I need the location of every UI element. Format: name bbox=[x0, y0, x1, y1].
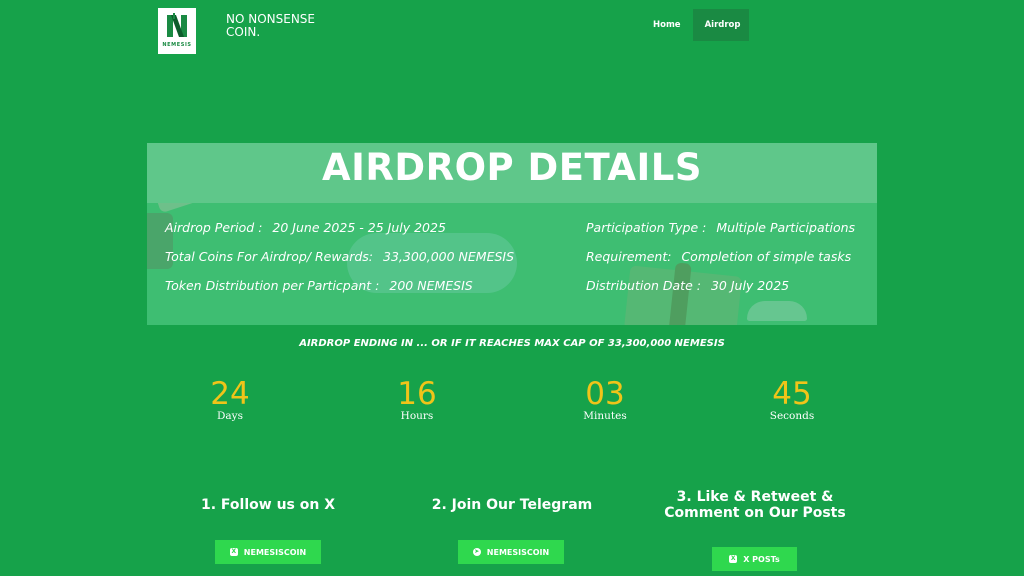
countdown-days: 24 Days bbox=[180, 378, 280, 422]
countdown-label: Minutes bbox=[583, 410, 627, 422]
countdown-seconds: 45 Seconds bbox=[742, 378, 842, 422]
detail-distribution-date: Distribution Date : 30 July 2025 bbox=[586, 278, 789, 293]
detail-label: Requirement: bbox=[586, 249, 672, 264]
step-follow-x-title: 1. Follow us on X bbox=[201, 497, 335, 513]
detail-requirement: Requirement: Completion of simple tasks bbox=[586, 249, 851, 264]
detail-value: Multiple Participations bbox=[716, 220, 856, 235]
detail-participation-type: Participation Type : Multiple Participati… bbox=[586, 220, 855, 235]
countdown-label: Hours bbox=[400, 410, 434, 422]
detail-value: 33,300,000 NEMESIS bbox=[383, 249, 515, 264]
logo-wordmark: NEMESIS bbox=[162, 42, 192, 48]
detail-token-distribution: Token Distribution per Particpant : 200 N… bbox=[165, 278, 473, 293]
step-join-telegram-title: 2. Join Our Telegram bbox=[431, 497, 593, 513]
countdown-value: 24 bbox=[210, 376, 250, 412]
airdrop-details-banner: AIRDROP DETAILS Airdrop Period : 20 June … bbox=[147, 143, 877, 325]
detail-value: 20 June 2025 - 25 July 2025 bbox=[272, 220, 446, 235]
countdown-hours: 16 Hours bbox=[367, 378, 467, 422]
follow-x-button[interactable]: X NEMESISCOIN bbox=[215, 540, 321, 564]
detail-airdrop-period: Airdrop Period : 20 June 2025 - 25 July 2… bbox=[165, 220, 446, 235]
nemesis-logo-icon bbox=[167, 13, 187, 37]
logo[interactable]: NEMESIS bbox=[158, 8, 196, 54]
detail-label: Token Distribution per Particpant : bbox=[165, 278, 380, 293]
countdown-value: 16 bbox=[397, 376, 437, 412]
detail-label: Distribution Date : bbox=[586, 278, 701, 293]
banner-title: AIRDROP DETAILS bbox=[321, 146, 703, 189]
detail-value: Completion of simple tasks bbox=[681, 249, 852, 264]
detail-value: 200 NEMESIS bbox=[389, 278, 473, 293]
nav-airdrop[interactable]: Airdrop bbox=[692, 9, 749, 41]
detail-value: 30 July 2025 bbox=[710, 278, 790, 293]
detail-label: Total Coins For Airdrop/ Rewards: bbox=[165, 249, 374, 264]
detail-label: Airdrop Period : bbox=[165, 220, 263, 235]
countdown-label: Days bbox=[217, 410, 243, 422]
countdown-value: 45 bbox=[772, 376, 812, 412]
x-icon: X bbox=[729, 555, 738, 563]
countdown-value: 03 bbox=[585, 376, 625, 412]
join-telegram-button[interactable]: ➤ NEMESISCOIN bbox=[458, 540, 564, 564]
detail-label: Participation Type : bbox=[586, 220, 707, 235]
detail-total-coins: Total Coins For Airdrop/ Rewards: 33,300,… bbox=[165, 249, 514, 264]
x-icon: X bbox=[229, 548, 238, 556]
main-nav: Home Airdrop bbox=[641, 9, 749, 41]
site-tagline: NO NONSENSE COIN. bbox=[226, 12, 316, 39]
button-label: NEMESISCOIN bbox=[486, 547, 550, 557]
airdrop-ending-heading: AIRDROP ENDING IN ... OR IF IT REACHES M… bbox=[299, 338, 725, 349]
button-label: X POSTs bbox=[743, 554, 780, 564]
x-posts-button[interactable]: X X POSTs bbox=[712, 547, 797, 571]
parachute-decoration bbox=[747, 301, 807, 321]
button-label: NEMESISCOIN bbox=[243, 547, 307, 557]
step-like-retweet-title: 3. Like & Retweet & Comment on Our Posts bbox=[664, 489, 846, 521]
telegram-icon: ➤ bbox=[472, 548, 481, 556]
nav-home[interactable]: Home bbox=[641, 9, 693, 41]
countdown-label: Seconds bbox=[769, 410, 815, 422]
countdown-minutes: 03 Minutes bbox=[555, 378, 655, 422]
